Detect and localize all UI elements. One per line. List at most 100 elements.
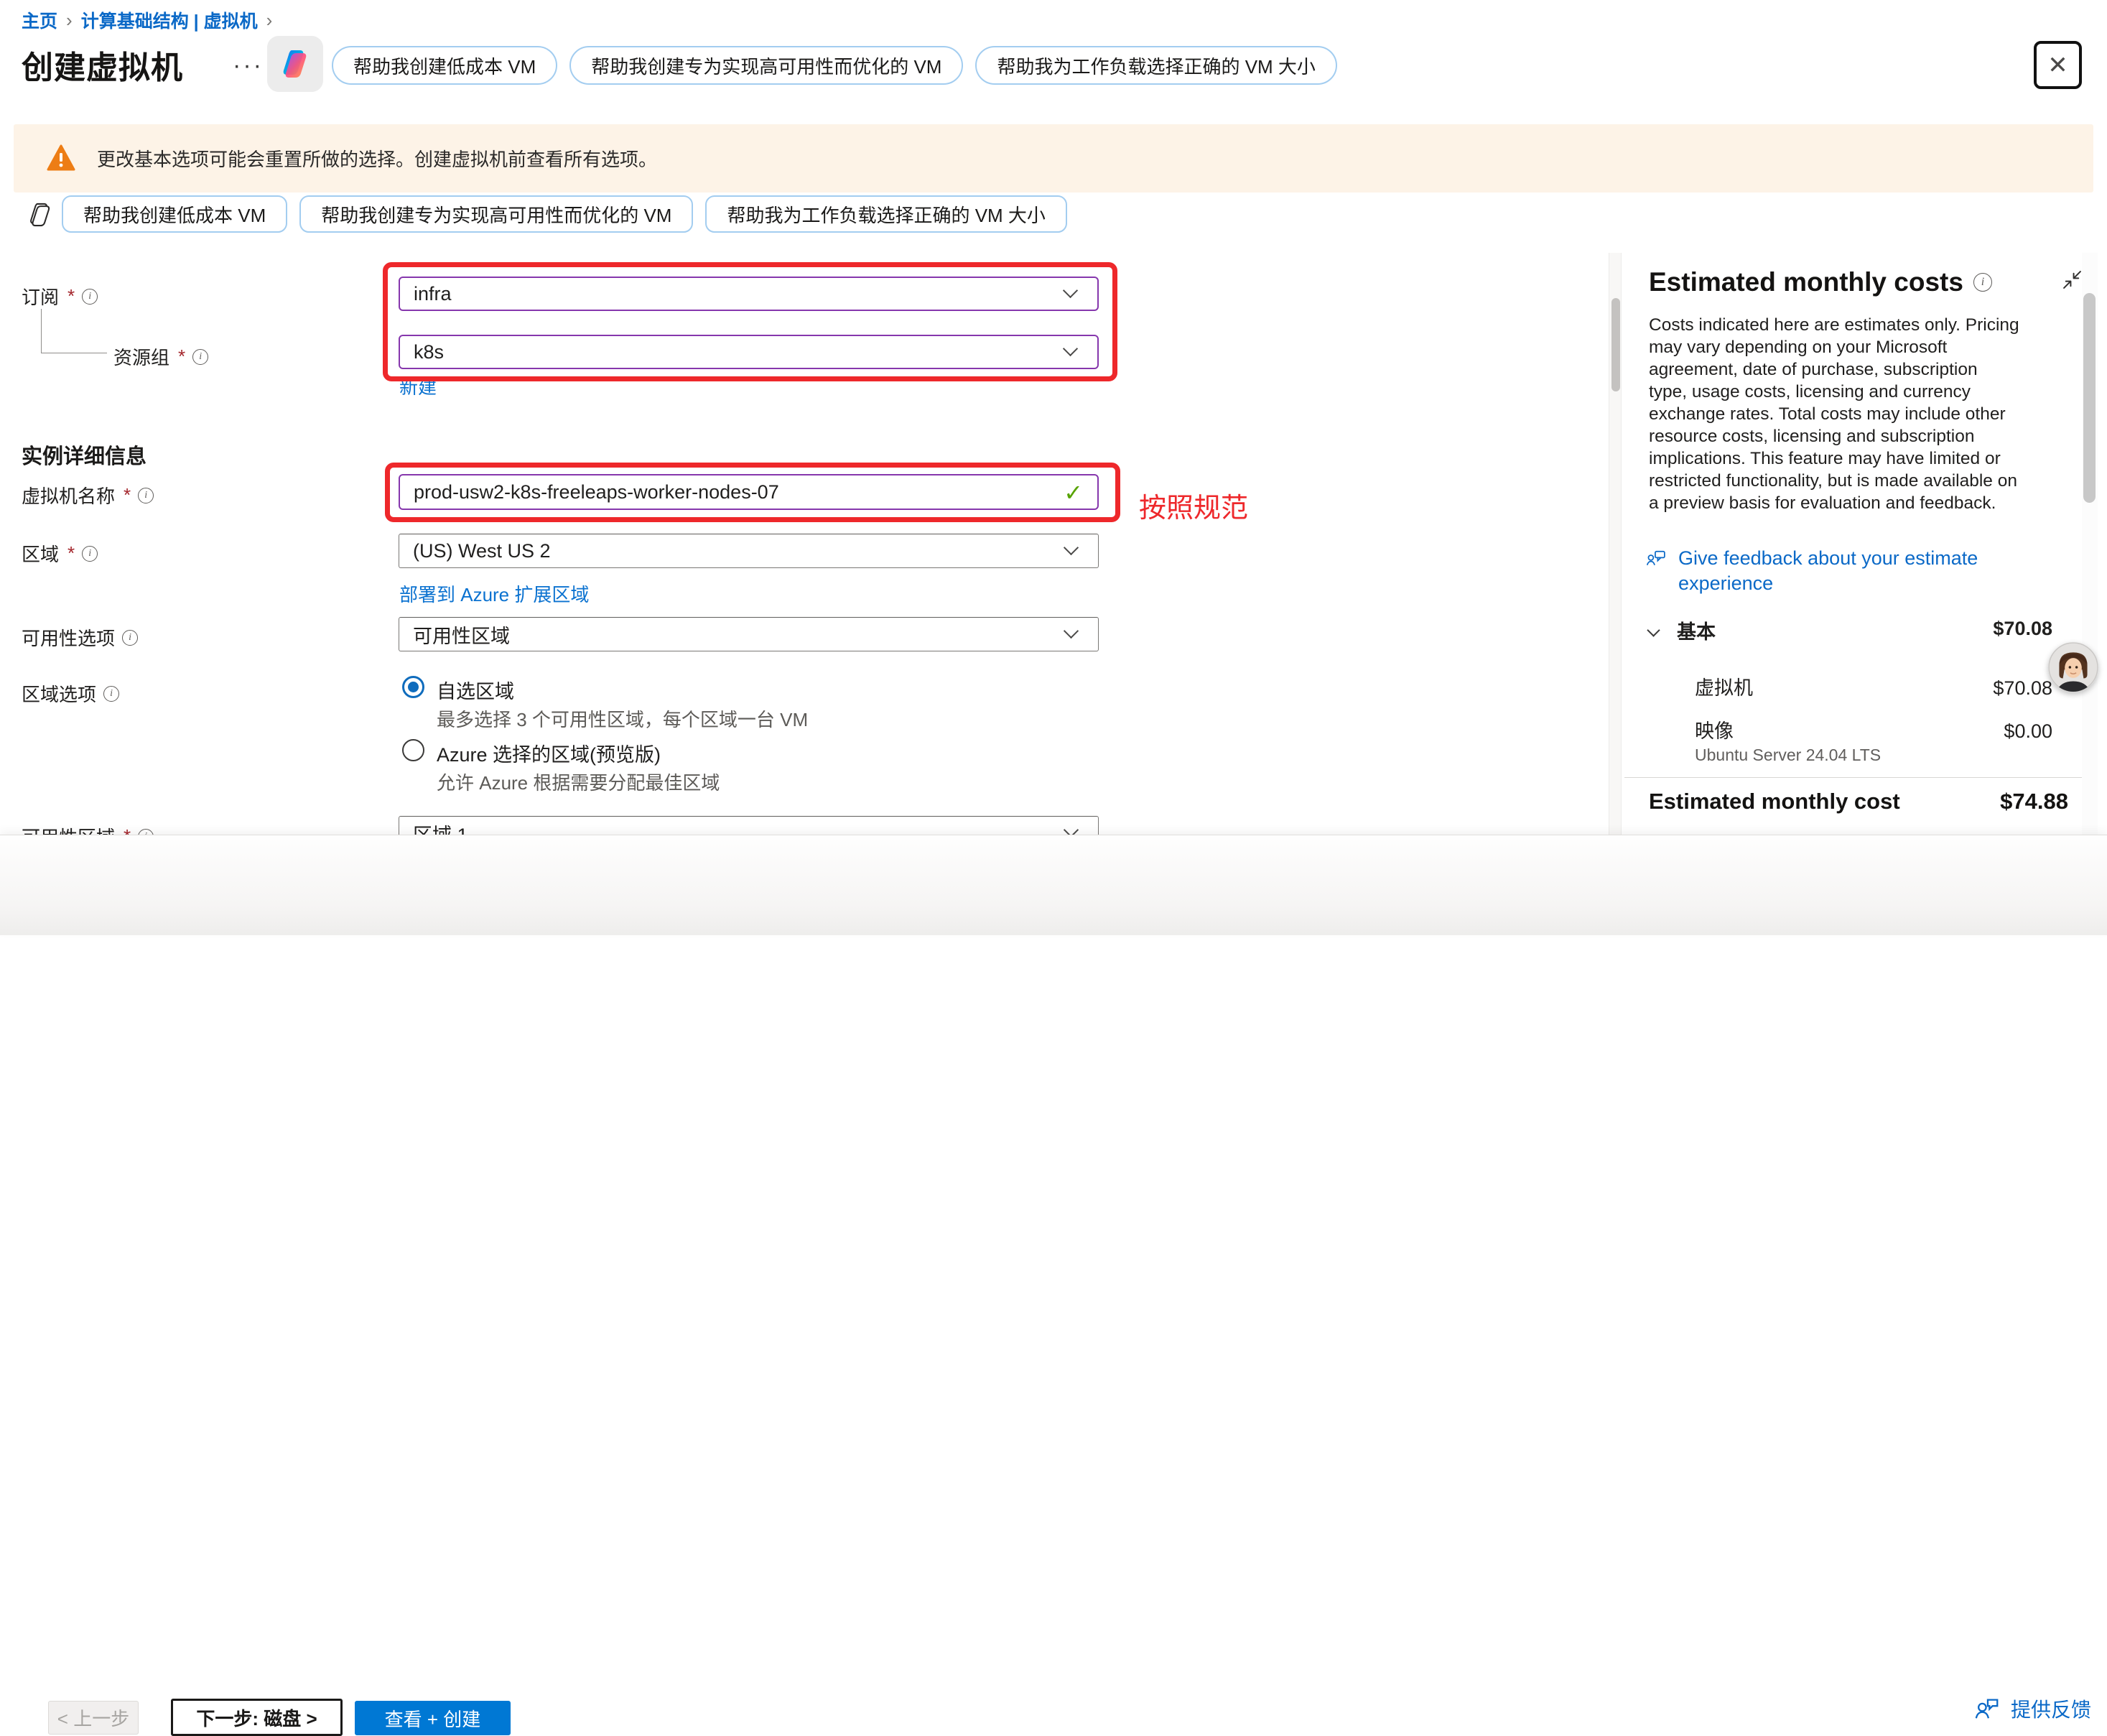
avatar-image: [2048, 642, 2098, 692]
breadcrumb-home[interactable]: 主页: [22, 7, 57, 33]
next-step-disks-button[interactable]: 下一步: 磁盘 >: [171, 1699, 343, 1736]
close-button[interactable]: ✕: [2034, 41, 2082, 89]
copilot-suggestion-vm-size[interactable]: 帮助我为工作负载选择正确的 VM 大小: [975, 46, 1336, 85]
cost-panel-description: Costs indicated here are estimates only.…: [1649, 314, 2019, 514]
radio-self-selected-zone-description: 最多选择 3 个可用性区域，每个区域一台 VM: [437, 705, 808, 732]
resource-group-dropdown[interactable]: k8s: [399, 335, 1099, 369]
info-icon[interactable]: i: [103, 686, 119, 702]
zone-options-label: 区域选项 i: [22, 680, 119, 707]
vm-name-label-text: 虚拟机名称: [22, 482, 115, 509]
copilot-suggestions-header: 帮助我创建低成本 VM 帮助我创建专为实现高可用性而优化的 VM 帮助我为工作负…: [332, 46, 1337, 85]
cost-feedback-link[interactable]: Give feedback about your estimate experi…: [1678, 546, 2005, 596]
footer-feedback[interactable]: 提供反馈: [1973, 1694, 2091, 1723]
copilot-suggestion-vm-size[interactable]: 帮助我为工作负载选择正确的 VM 大小: [705, 195, 1066, 233]
cost-panel-title-row: Estimated monthly costs i: [1649, 267, 1992, 297]
chevron-down-icon: [1064, 623, 1079, 639]
info-icon[interactable]: i: [192, 349, 208, 365]
region-label-text: 区域: [22, 540, 59, 567]
info-icon[interactable]: i: [1973, 273, 1992, 292]
breadcrumb-virtual-machines[interactable]: 计算基础结构 | 虚拟机: [81, 7, 258, 33]
radio-self-selected-zone[interactable]: [402, 676, 424, 698]
vm-name-input[interactable]: [399, 474, 1099, 510]
review-create-button[interactable]: 查看 + 创建: [355, 1701, 511, 1735]
feedback-bubbles-icon: [1646, 546, 1668, 573]
copilot-suggestion-high-availability[interactable]: 帮助我创建专为实现高可用性而优化的 VM: [299, 195, 693, 233]
region-value: (US) West US 2: [413, 540, 551, 562]
cost-group-row: 基本 $70.08: [1649, 616, 2052, 644]
more-options-button[interactable]: ···: [233, 52, 264, 80]
main-scrollbar-track[interactable]: [1609, 253, 1622, 835]
create-new-resource-group-link[interactable]: 新建: [399, 373, 437, 399]
annotation-note: 按照规范: [1139, 486, 1248, 525]
close-icon: ✕: [2047, 51, 2068, 80]
cost-group-name: 基本: [1677, 616, 1716, 644]
deploy-extended-zone-link[interactable]: 部署到 Azure 扩展区域: [399, 580, 589, 607]
resource-group-value: k8s: [414, 341, 444, 363]
panel-scrollbar-thumb[interactable]: [2083, 293, 2096, 503]
cost-panel-title: Estimated monthly costs: [1649, 267, 1963, 297]
info-icon[interactable]: i: [138, 488, 154, 503]
main-scrollbar-thumb[interactable]: [1611, 298, 1620, 391]
required-asterisk: *: [124, 484, 131, 506]
subscription-value: infra: [414, 283, 452, 305]
cost-item-row-image: 映像 $0.00: [1695, 715, 2052, 743]
copilot-suggestion-low-cost[interactable]: 帮助我创建低成本 VM: [332, 46, 557, 85]
resource-group-label-text: 资源组: [113, 343, 169, 370]
subscription-dropdown[interactable]: infra: [399, 277, 1099, 311]
vm-name-field-wrap: ✓: [399, 474, 1099, 510]
breadcrumb-separator: ›: [66, 9, 73, 32]
cost-item-value: $0.00: [2004, 720, 2052, 743]
cost-item-value: $70.08: [1993, 677, 2052, 700]
required-asterisk: *: [178, 345, 185, 368]
collapse-panel-icon[interactable]: [2062, 270, 2082, 289]
create-vm-page: 主页 › 计算基础结构 | 虚拟机 › 创建虚拟机 ··· 帮助我创建低成本 V…: [0, 0, 2107, 935]
region-label: 区域 * i: [22, 540, 98, 567]
copilot-suggestion-high-availability[interactable]: 帮助我创建专为实现高可用性而优化的 VM: [569, 46, 963, 85]
cost-total-row: Estimated monthly cost $74.88: [1649, 789, 2068, 814]
radio-azure-selected-zone-description: 允许 Azure 根据需要分配最佳区域: [437, 769, 720, 795]
feedback-person-icon: [1973, 1695, 2001, 1722]
chevron-down-icon: [1063, 341, 1078, 356]
cost-item-sub: Ubuntu Server 24.04 LTS: [1695, 746, 1881, 765]
cost-divider: [1624, 777, 2097, 778]
cost-total-value: $74.88: [2000, 789, 2068, 814]
info-icon[interactable]: i: [82, 546, 98, 562]
availability-options-value: 可用性区域: [413, 621, 510, 649]
chevron-down-icon[interactable]: [1647, 623, 1660, 636]
cost-total-label: Estimated monthly cost: [1649, 789, 1900, 814]
page-title: 创建虚拟机: [22, 42, 183, 88]
region-dropdown[interactable]: (US) West US 2: [399, 534, 1099, 568]
copilot-logo-icon[interactable]: [267, 36, 323, 92]
availability-options-label: 可用性选项 i: [22, 624, 138, 651]
assistant-avatar[interactable]: [2048, 642, 2098, 692]
subscription-label: 订阅 * i: [22, 283, 98, 310]
vm-name-label: 虚拟机名称 * i: [22, 482, 154, 509]
zone-options-label-text: 区域选项: [22, 680, 96, 707]
copilot-suggestions-body: 帮助我创建低成本 VM 帮助我创建专为实现高可用性而优化的 VM 帮助我为工作负…: [62, 195, 1067, 233]
info-icon[interactable]: i: [82, 289, 98, 305]
breadcrumb: 主页 › 计算基础结构 | 虚拟机 ›: [22, 7, 281, 33]
cost-item-name: 映像: [1695, 715, 1734, 743]
availability-options-label-text: 可用性选项: [22, 624, 115, 651]
subscription-label-text: 订阅: [22, 283, 59, 310]
panel-scrollbar-track[interactable]: [2082, 253, 2098, 835]
cost-item-row-vm: 虚拟机 $70.08: [1695, 672, 2052, 700]
warning-banner: 更改基本选项可能会重置所做的选择。创建虚拟机前查看所有选项。: [14, 124, 2093, 192]
radio-azure-selected-zone[interactable]: [402, 739, 424, 761]
availability-options-dropdown[interactable]: 可用性区域: [399, 617, 1099, 651]
previous-step-button[interactable]: < 上一步: [48, 1701, 139, 1735]
instance-details-section-header: 实例详细信息: [22, 440, 146, 470]
info-icon[interactable]: i: [122, 630, 138, 646]
footer-bar: < 上一步 下一步: 磁盘 > 查看 + 创建 提供反馈: [0, 835, 2107, 935]
cost-item-name: 虚拟机: [1695, 672, 1753, 700]
copilot-outline-icon: [27, 201, 54, 228]
resource-group-label: 资源组 * i: [113, 343, 208, 370]
chevron-down-icon: [1064, 540, 1079, 555]
radio-dot: [408, 682, 419, 692]
radio-self-selected-zone-label[interactable]: 自选区域: [437, 676, 514, 704]
valid-check-icon: ✓: [1064, 479, 1083, 506]
required-asterisk: *: [68, 285, 75, 307]
radio-azure-selected-zone-label[interactable]: Azure 选择的区域(预览版): [437, 739, 661, 767]
copilot-suggestion-low-cost[interactable]: 帮助我创建低成本 VM: [62, 195, 287, 233]
breadcrumb-separator: ›: [266, 9, 273, 32]
